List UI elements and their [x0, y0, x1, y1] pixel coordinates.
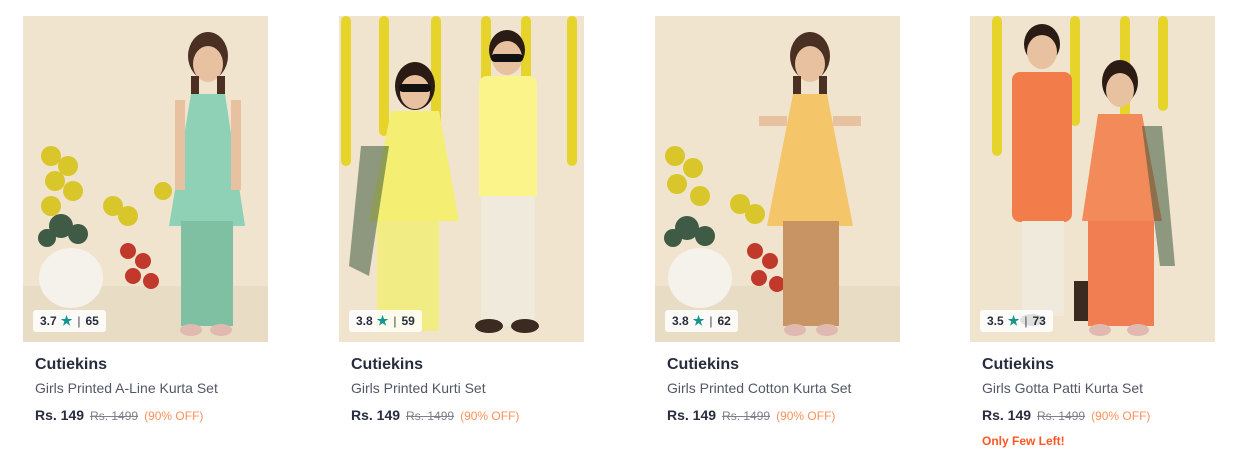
rating-value: 3.7 — [40, 314, 57, 328]
product-price: Rs. 149 — [667, 407, 717, 423]
rating-count: 65 — [85, 314, 99, 328]
rating-divider: | — [709, 314, 713, 328]
price-row: Rs. 149 Rs. 1499 (90% OFF) — [35, 407, 268, 423]
product-discount: (90% OFF) — [144, 409, 204, 423]
product-mrp: Rs. 1499 — [406, 409, 455, 423]
product-card[interactable]: 3.5 ★ | 73 Cutiekins Girls Gotta Patti K… — [970, 16, 1215, 456]
product-image[interactable]: 3.5 ★ | 73 — [970, 16, 1215, 342]
star-icon: ★ — [692, 313, 705, 328]
rating-value: 3.8 — [672, 314, 689, 328]
star-icon: ★ — [1007, 313, 1020, 328]
rating-badge: 3.8 ★ | 59 — [349, 310, 422, 332]
price-row: Rs. 149 Rs. 1499 (90% OFF) — [982, 407, 1215, 423]
product-image[interactable]: 3.8 ★ | 59 — [339, 16, 584, 342]
rating-count: 59 — [401, 314, 415, 328]
rating-value: 3.8 — [356, 314, 373, 328]
product-brand: Cutiekins — [35, 356, 108, 373]
price-row: Rs. 149 Rs. 1499 (90% OFF) — [667, 407, 900, 423]
rating-badge: 3.5 ★ | 73 — [980, 310, 1053, 332]
product-price: Rs. 149 — [982, 407, 1032, 423]
rating-divider: | — [393, 314, 397, 328]
star-icon: ★ — [376, 313, 389, 328]
product-discount: (90% OFF) — [460, 409, 520, 423]
product-card[interactable]: 3.8 ★ | 59 Cutiekins Girls Printed Kurti… — [339, 16, 584, 456]
product-discount: (90% OFF) — [776, 409, 836, 423]
rating-badge: 3.8 ★ | 62 — [665, 310, 738, 332]
product-title: Girls Printed Kurti Set — [351, 380, 486, 396]
product-mrp: Rs. 1499 — [1037, 409, 1086, 423]
product-card[interactable]: 3.7 ★ | 65 Cutiekins Girls Printed A-Lin… — [23, 16, 268, 456]
star-icon: ★ — [60, 313, 73, 328]
product-brand: Cutiekins — [351, 356, 424, 373]
product-price: Rs. 149 — [351, 407, 401, 423]
product-title: Girls Printed A-Line Kurta Set — [35, 380, 218, 396]
rating-count: 62 — [717, 314, 731, 328]
product-brand: Cutiekins — [667, 356, 740, 373]
product-brand: Cutiekins — [982, 356, 1055, 373]
product-mrp: Rs. 1499 — [90, 409, 139, 423]
product-mrp: Rs. 1499 — [722, 409, 771, 423]
product-title: Girls Printed Cotton Kurta Set — [667, 380, 852, 396]
rating-value: 3.5 — [987, 314, 1004, 328]
product-image[interactable]: 3.7 ★ | 65 — [23, 16, 268, 342]
rating-divider: | — [77, 314, 81, 328]
product-grid: 3.7 ★ | 65 Cutiekins Girls Printed A-Lin… — [0, 0, 1243, 461]
product-card[interactable]: 3.8 ★ | 62 Cutiekins Girls Printed Cotto… — [655, 16, 900, 456]
product-image[interactable]: 3.8 ★ | 62 — [655, 16, 900, 342]
stock-warning: Only Few Left! — [982, 434, 1065, 448]
product-discount: (90% OFF) — [1091, 409, 1151, 423]
product-title: Girls Gotta Patti Kurta Set — [982, 380, 1144, 396]
product-price: Rs. 149 — [35, 407, 85, 423]
price-row: Rs. 149 Rs. 1499 (90% OFF) — [351, 407, 584, 423]
rating-count: 73 — [1032, 314, 1046, 328]
rating-divider: | — [1024, 314, 1028, 328]
rating-badge: 3.7 ★ | 65 — [33, 310, 106, 332]
